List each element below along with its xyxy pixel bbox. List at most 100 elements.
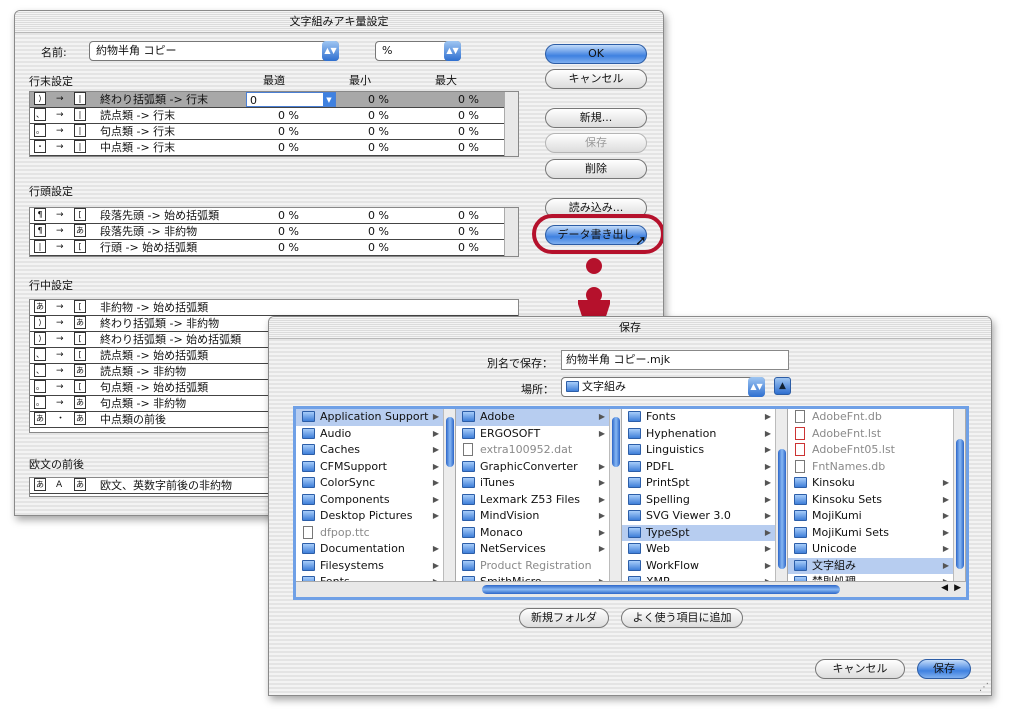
add-favorite-button[interactable]: よく使う項目に追加: [621, 608, 743, 628]
horizontal-scrollbar[interactable]: ◀ ▶: [296, 581, 966, 597]
save-cancel-button[interactable]: キャンセル: [815, 659, 905, 679]
optimal-value[interactable]: 0 %: [278, 240, 299, 255]
max-value[interactable]: 0 %: [458, 108, 479, 123]
browser-item[interactable]: Monaco ▶: [456, 525, 621, 542]
expand-button[interactable]: ▲: [774, 377, 791, 395]
setting-row[interactable]: あ → [非約物 -> 始め括弧類: [30, 300, 518, 316]
optimal-value[interactable]: 0 %: [278, 140, 299, 155]
browser-item[interactable]: AdobeFnt.lst: [788, 426, 965, 443]
setting-row[interactable]: ¶ → [段落先頭 -> 始め括弧類 0 % 0 % 0 %: [30, 208, 518, 224]
optimal-value[interactable]: 0 %: [278, 108, 299, 123]
column-scrollbar[interactable]: [775, 409, 787, 581]
browser-item[interactable]: AdobeFnt05.lst: [788, 442, 965, 459]
table-scrollbar[interactable]: [504, 92, 518, 156]
column-scrollbar[interactable]: [609, 409, 621, 581]
browser-item[interactable]: Hyphenation ▶: [622, 426, 787, 443]
browser-item[interactable]: 文字組み ▶: [788, 557, 965, 574]
ok-button[interactable]: OK: [545, 44, 647, 64]
optimal-value[interactable]: 0 %: [278, 208, 299, 223]
scroll-left-icon[interactable]: ◀: [941, 583, 948, 593]
browser-item[interactable]: Fonts▶: [622, 409, 787, 426]
browser-item[interactable]: SmithMicro▶: [456, 574, 621, 581]
delete-button[interactable]: 削除: [545, 159, 647, 179]
column-scrollbar[interactable]: [953, 409, 965, 581]
max-value[interactable]: 0 %: [458, 140, 479, 155]
browser-item[interactable]: Unicode ▶: [788, 541, 965, 558]
browser-item[interactable]: Caches ▶: [296, 442, 455, 459]
min-value[interactable]: 0 %: [368, 140, 389, 155]
browser-item[interactable]: MindVision ▶: [456, 508, 621, 525]
setting-row[interactable]: 。 → | 句点類 -> 行末 0 % 0 % 0 %: [30, 124, 518, 140]
browser-item[interactable]: XMP▶: [622, 574, 787, 581]
scroll-thumb[interactable]: [612, 417, 620, 467]
browser-item[interactable]: MojiKumi ▶: [788, 508, 965, 525]
cancel-button[interactable]: キャンセル: [545, 69, 647, 89]
table-scrollbar[interactable]: [504, 208, 518, 256]
save-confirm-button[interactable]: 保存: [917, 659, 971, 679]
min-value[interactable]: 0 %: [368, 108, 389, 123]
browser-item[interactable]: Adobe ▶: [456, 409, 621, 426]
unit-popup[interactable]: % ▲▼: [375, 41, 461, 61]
browser-item[interactable]: Application Support ▶: [296, 409, 455, 426]
min-value[interactable]: 0 %: [368, 208, 389, 223]
min-value[interactable]: 0 %: [368, 92, 389, 107]
browser-item[interactable]: extra100952.dat: [456, 442, 621, 459]
browser-item[interactable]: Linguistics ▶: [622, 442, 787, 459]
max-value[interactable]: 0 %: [458, 224, 479, 239]
browser-item[interactable]: 禁則処理▶: [788, 574, 965, 581]
browser-item[interactable]: NetServices ▶: [456, 541, 621, 558]
browser-item[interactable]: Kinsoku ▶: [788, 475, 965, 492]
browser-item[interactable]: Fonts▶: [296, 574, 455, 581]
max-value[interactable]: 0 %: [458, 92, 479, 107]
resize-grip-icon[interactable]: ⋰: [979, 682, 989, 693]
browser-item[interactable]: CFMSupport ▶: [296, 459, 455, 476]
min-value[interactable]: 0 %: [368, 224, 389, 239]
scroll-thumb[interactable]: [956, 439, 964, 569]
browser-item[interactable]: Filesystems ▶: [296, 558, 455, 575]
browser-item[interactable]: Product Registration: [456, 558, 621, 575]
max-value[interactable]: 0 %: [458, 124, 479, 139]
where-popup[interactable]: 文字組み ▲▼: [561, 377, 765, 397]
saveas-field[interactable]: 約物半角 コピー.mjk: [561, 350, 789, 370]
browser-item[interactable]: GraphicConverter ▶: [456, 459, 621, 476]
save-button[interactable]: 保存: [545, 133, 647, 153]
new-button[interactable]: 新規...: [545, 108, 647, 128]
browser-item[interactable]: iTunes ▶: [456, 475, 621, 492]
dropdown-arrow-icon[interactable]: ▼: [323, 93, 335, 106]
setting-row[interactable]: | → [行頭 -> 始め括弧類 0 % 0 % 0 %: [30, 240, 518, 256]
new-folder-button[interactable]: 新規フォルダ: [519, 608, 609, 628]
browser-item[interactable]: Components ▶: [296, 492, 455, 509]
setting-row[interactable]: 、 → | 読点類 -> 行末 0 % 0 % 0 %: [30, 108, 518, 124]
browser-item[interactable]: PDFL ▶: [622, 459, 787, 476]
browser-item[interactable]: TypeSpt ▶: [622, 524, 787, 541]
scroll-thumb[interactable]: [482, 585, 840, 594]
optimal-value[interactable]: 0 %: [278, 224, 299, 239]
browser-item[interactable]: MojiKumi Sets ▶: [788, 525, 965, 542]
browser-item[interactable]: Audio ▶: [296, 426, 455, 443]
max-value[interactable]: 0 %: [458, 240, 479, 255]
setting-row[interactable]: ¶ → あ 段落先頭 -> 非約物 0 % 0 % 0 %: [30, 224, 518, 240]
browser-item[interactable]: dfpop.ttc: [296, 525, 455, 542]
column-scrollbar[interactable]: [443, 409, 455, 581]
browser-item[interactable]: Lexmark Z53 Files ▶: [456, 492, 621, 509]
scroll-right-icon[interactable]: ▶: [954, 583, 961, 593]
browser-item[interactable]: Desktop Pictures ▶: [296, 508, 455, 525]
max-value[interactable]: 0 %: [458, 208, 479, 223]
browser-item[interactable]: ERGOSOFT ▶: [456, 426, 621, 443]
browser-item[interactable]: FntNames.db: [788, 459, 965, 476]
min-value[interactable]: 0 %: [368, 124, 389, 139]
optimal-combo[interactable]: 0 ▼: [246, 92, 336, 107]
browser-item[interactable]: AdobeFnt.db: [788, 409, 965, 426]
browser-item[interactable]: Spelling ▶: [622, 492, 787, 509]
setting-row[interactable]: ⟩ → | 終わり括弧類 -> 行末 0 ▼ 0 % 0 %: [30, 92, 518, 108]
scroll-thumb[interactable]: [778, 449, 786, 569]
browser-item[interactable]: Kinsoku Sets ▶: [788, 492, 965, 509]
min-value[interactable]: 0 %: [368, 240, 389, 255]
name-popup[interactable]: 約物半角 コピー ▲▼: [89, 41, 339, 61]
browser-item[interactable]: Web ▶: [622, 541, 787, 558]
optimal-value[interactable]: 0 %: [278, 124, 299, 139]
browser-item[interactable]: SVG Viewer 3.0 ▶: [622, 508, 787, 525]
setting-row[interactable]: ・ → | 中点類 -> 行末 0 % 0 % 0 %: [30, 140, 518, 156]
browser-item[interactable]: WorkFlow ▶: [622, 558, 787, 575]
browser-item[interactable]: Documentation ▶: [296, 541, 455, 558]
